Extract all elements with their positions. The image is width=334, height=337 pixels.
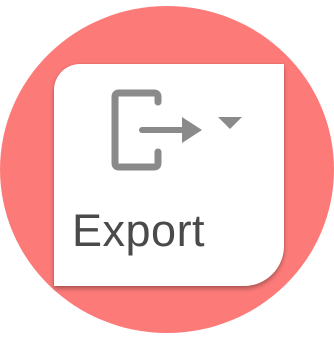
export-button[interactable]: Export bbox=[58, 68, 280, 280]
export-label: Export bbox=[72, 205, 206, 256]
toolbar-card: Export bbox=[54, 64, 284, 286]
export-icon-group bbox=[104, 84, 254, 176]
screenshot-stage: Export bbox=[0, 0, 334, 337]
caret-down-icon[interactable] bbox=[214, 114, 246, 134]
export-icon bbox=[104, 84, 208, 176]
